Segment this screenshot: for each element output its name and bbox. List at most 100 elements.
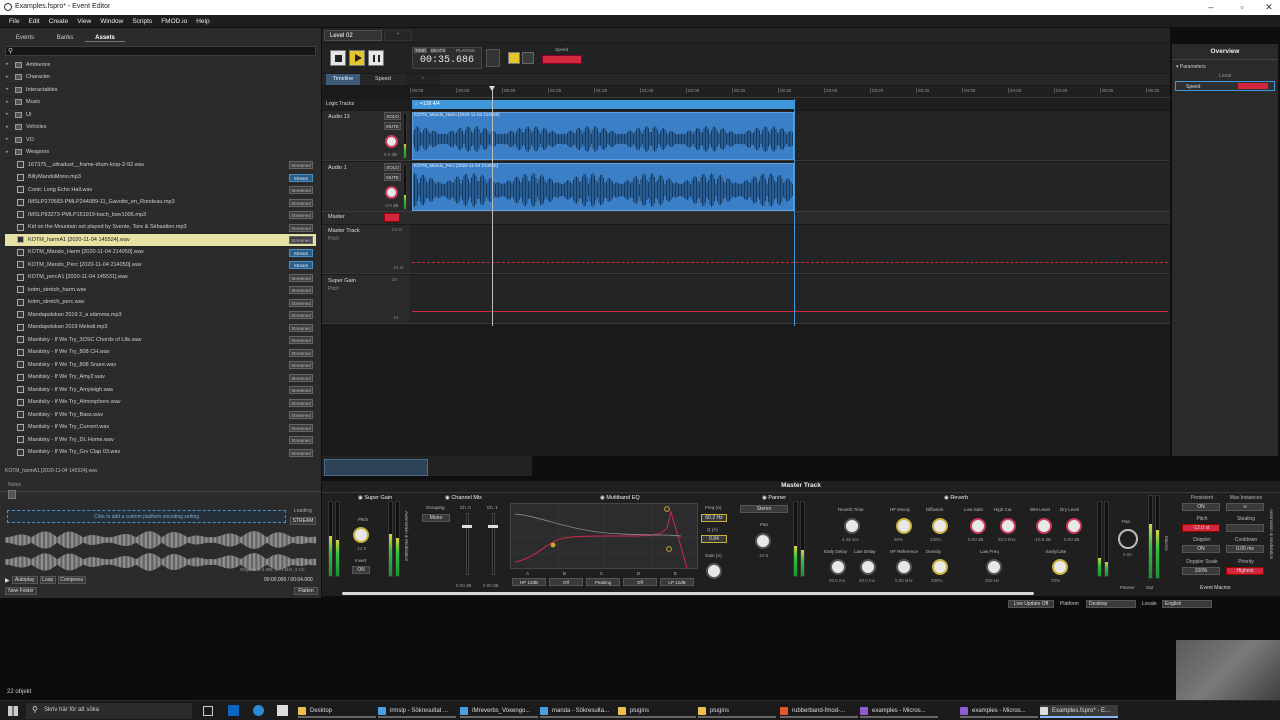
folder-item[interactable]: ▸ Music [5,97,316,109]
expand-arrow-icon[interactable]: ▸ [6,86,9,92]
solo-button[interactable]: SOLO [384,112,401,120]
windows-start-icon[interactable] [8,706,18,716]
linkedin-icon[interactable] [228,705,239,716]
expand-arrow-icon[interactable]: ▸ [6,61,9,67]
add-parameter-tab-button[interactable]: + [406,74,440,85]
new-folder-button[interactable]: New Folder [5,587,37,595]
asset-file-item[interactable]: Manitsky - If We Try_Atmosphere.wav Strea… [5,397,316,409]
eq-band-mode-select[interactable]: HP 12dB [512,578,546,586]
asset-file-item[interactable]: KOTM_percA1 [2020-11-04 145531].wav Strea… [5,272,316,284]
flatten-button[interactable]: Flatten [294,587,318,595]
deck-scrollbar[interactable] [342,592,1034,595]
parameters-header[interactable]: ▾ Parameters [1176,64,1206,70]
tab-assets[interactable]: Assets [85,35,125,42]
super-gain-pitch-knob[interactable] [353,527,369,543]
maximize-button[interactable]: ▫ [1231,2,1253,12]
ch0-fader[interactable] [466,513,469,575]
close-button[interactable]: ✕ [1258,2,1280,13]
automation-lane[interactable] [410,225,1170,274]
asset-file-item[interactable]: KOTM_Mando_Harm [2020-11-04 214050].wav S… [5,247,316,259]
solo-button[interactable]: SOLO [384,163,401,171]
tempo-marker[interactable]: ♩=128 4/4 [412,100,794,109]
macro-max-instances-value[interactable]: ∞ [1226,503,1264,511]
menu-window[interactable]: Window [100,18,123,25]
reverb-param-knob[interactable] [860,559,876,575]
expand-arrow-icon[interactable]: ▸ [6,149,9,155]
track-volume-knob[interactable] [385,186,398,199]
taskbar-app-button[interactable]: rubberband-fmod-... [780,705,858,718]
tab-timeline[interactable]: Timeline [326,74,360,85]
asset-file-item[interactable]: 167375__ultradust__frame-drum-loop-2-92.… [5,159,316,172]
folder-item[interactable]: ▸ Ambience [5,59,316,72]
loop-toggle[interactable]: Loop [39,576,56,584]
taskbar-app-button[interactable]: plugins [698,705,776,718]
track-volume-knob[interactable] [385,135,398,148]
asset-file-item[interactable]: KOTM_Mando_Perc [2020-11-04 214050].wav S… [5,259,316,272]
folder-item[interactable]: ▸ Character [5,72,316,84]
tab-speed[interactable]: Speed [366,74,400,85]
reverb-param-knob[interactable] [932,518,948,534]
automation-curve[interactable] [412,262,1168,263]
compress-toggle[interactable]: Compress [57,576,86,584]
playhead-handle-icon[interactable] [489,86,495,91]
eq-band-e-handle[interactable] [664,506,670,512]
asset-file-item[interactable]: Kid on the Mountain set played by Svente… [5,222,316,234]
asset-file-item[interactable]: Mandapolskan 2019 Melodi.mp3 Streamed [5,322,316,334]
reverb-param-knob[interactable] [896,518,912,534]
taskbar-app-button[interactable]: examples - Micros... [960,705,1038,718]
speed-parameter-slider[interactable] [542,55,582,64]
asset-file-item[interactable]: Manitsky - If We Try_808 CH.wav Streamed [5,347,316,359]
eq-gain-knob[interactable] [706,563,722,579]
asset-file-item[interactable]: Manitsky - If We Try_Current.wav Streamed [5,422,316,434]
expand-arrow-icon[interactable]: ▸ [6,111,9,117]
asset-file-item[interactable]: Manitsky - If We Try_3OSC Chords of Life… [5,334,316,347]
menu-create[interactable]: Create [49,18,69,25]
locale-select[interactable]: English [1162,600,1212,608]
ch1-fader[interactable] [492,513,495,575]
encoding-setting-button[interactable]: Click to add a custom platform encoding … [7,510,286,523]
play-button[interactable] [349,50,365,66]
add-tab-button[interactable]: + [384,30,412,41]
macro-pitch-value[interactable]: -12.0 st [1182,524,1220,532]
eq-freq-value[interactable]: 60.2 Hz [701,514,727,522]
reverb-param-knob[interactable] [970,518,986,534]
reverb-param-knob[interactable] [932,559,948,575]
automation-lane[interactable] [410,275,1170,324]
asset-file-item[interactable]: Mandapolskan 2019 2_a stämma.mp3 Streamed [5,309,316,322]
master-fx-indicator[interactable] [384,213,400,222]
taskbar-app-button[interactable]: Desktop [298,705,376,718]
mute-button[interactable]: MUTE [384,122,401,130]
panner-pan-knob[interactable] [755,533,771,549]
macro-doppler-value[interactable]: ON [1182,545,1220,553]
taskbar-app-button[interactable]: examples - Micros... [860,705,938,718]
loop-end-marker[interactable] [794,99,795,326]
pause-button[interactable] [368,50,384,66]
macro-automation-tab[interactable]: Automation & Modulation [1269,509,1274,559]
reverb-param-knob[interactable] [1036,518,1052,534]
eq-q-value[interactable]: 0.84 [701,535,727,543]
menu-file[interactable]: File [9,18,19,25]
time-mode-button[interactable]: TIME [414,48,427,53]
macro-doppler-scale-value[interactable]: 100% [1182,567,1220,575]
taskbar-app-button[interactable]: Examples.fspro* - E... [1040,705,1118,718]
asset-file-item[interactable]: BillyMandoMono.mp3 Stream [5,172,316,184]
folder-item[interactable]: ▸ VO [5,134,316,147]
menu-scripts[interactable]: Scripts [132,18,152,25]
asset-file-item[interactable]: Manitsky - If We Try_Grv Clap 03.wav Stre… [5,447,316,459]
macros-tab[interactable]: Macros [1164,536,1169,551]
reverb-param-knob[interactable] [896,559,912,575]
browser-search-input[interactable]: ⚲ [5,46,316,56]
tab-events[interactable]: Events [5,35,45,41]
notes-icon[interactable] [8,490,16,499]
macro-priority-value[interactable]: Highest [1226,567,1264,575]
loop-region-icon[interactable] [486,49,500,67]
ch0-fader-handle[interactable] [462,525,472,528]
asset-file-item[interactable]: Manitsky - If We Try_DL Home.wav Streamed [5,434,316,447]
timeline-scrollbar[interactable] [324,459,428,476]
expand-arrow-icon[interactable]: ▸ [6,136,9,142]
ch1-fader-handle[interactable] [488,525,498,528]
out-pan-knob[interactable] [1118,529,1138,549]
reverb-param-knob[interactable] [844,518,860,534]
edge-icon[interactable] [253,705,264,716]
folder-item[interactable]: ▸ Vehicles [5,122,316,134]
